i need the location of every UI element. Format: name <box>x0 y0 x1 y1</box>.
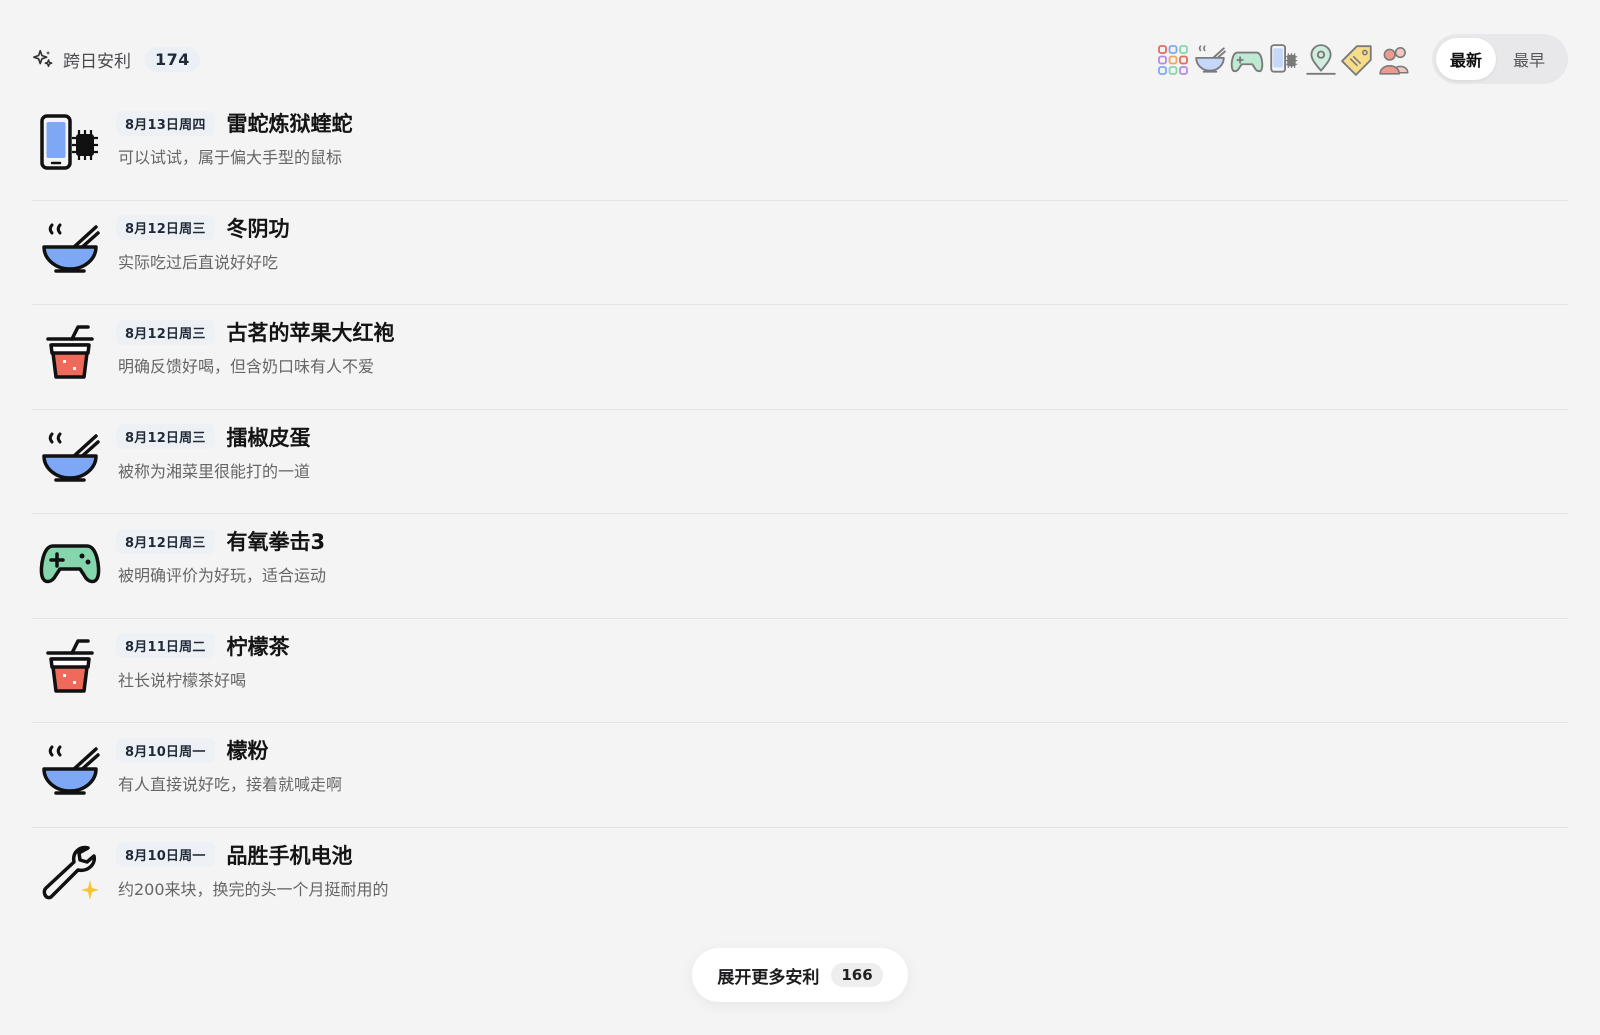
item-title: 柠檬茶 <box>226 634 290 659</box>
load-more-label: 展开更多安利 <box>717 967 820 988</box>
item-title: 檬粉 <box>226 739 269 763</box>
gadget-filter-icon[interactable] <box>1266 42 1301 77</box>
item-description: 被明确评价为好玩，适合运动 <box>118 566 327 585</box>
recommendation-list: 8月13日周四 雷蛇炼狱蝰蛇 可以试试，属于偏大手型的鼠标 8月12日周三 冬阴… <box>32 96 1568 932</box>
game-icon <box>39 544 101 584</box>
food-icon <box>42 223 100 273</box>
list-item[interactable]: 8月12日周三 冬阴功 实际吃过后直说好好吃 <box>32 201 1568 305</box>
item-title: 擂椒皮蛋 <box>226 425 311 450</box>
date-chip: 8月10日周一 <box>116 842 215 867</box>
total-count-badge: 174 <box>145 46 200 72</box>
gadget-icon <box>40 114 98 170</box>
list-item[interactable]: 8月11日周二 柠檬茶 社长说柠檬茶好喝 <box>32 619 1568 723</box>
food-icon <box>42 432 100 482</box>
page: 跨日安利 174 最新 最早 8月13日周四 雷蛇炼狱蝰蛇 可以试试，属于偏大手… <box>0 0 1600 1035</box>
item-title: 有氧拳击3 <box>226 530 326 554</box>
date-chip: 8月13日周四 <box>116 110 215 136</box>
drink-icon <box>46 638 94 693</box>
sort-newest-button[interactable]: 最新 <box>1436 38 1496 80</box>
date-chip: 8月10日周一 <box>116 737 215 763</box>
date-chip: 8月12日周三 <box>116 528 215 554</box>
food-icon <box>42 745 100 795</box>
list-item[interactable]: 8月10日周一 品胜手机电池 约200来块，换完的头一个月挺耐用的 <box>32 828 1568 933</box>
item-description: 约200来块，换完的头一个月挺耐用的 <box>118 879 389 899</box>
item-description: 可以试试，属于偏大手型的鼠标 <box>118 148 343 167</box>
item-description: 明确反馈好喝，但含奶口味有人不爱 <box>118 357 375 376</box>
item-description: 有人直接说好吃，接着就喊走啊 <box>118 775 343 794</box>
all-categories-icon[interactable] <box>1155 42 1190 77</box>
item-description: 被称为湘菜里很能打的一道 <box>118 461 311 481</box>
section-header: 跨日安利 174 <box>32 44 200 74</box>
deals-filter-icon[interactable] <box>1340 42 1375 77</box>
item-title: 雷蛇炼狱蝰蛇 <box>226 112 353 136</box>
drink-icon <box>46 325 94 379</box>
date-chip: 8月12日周三 <box>116 424 215 449</box>
list-item[interactable]: 8月12日周三 有氧拳击3 被明确评价为好玩，适合运动 <box>32 514 1568 619</box>
item-description: 社长说柠檬茶好喝 <box>118 670 247 690</box>
game-filter-icon[interactable] <box>1229 42 1264 77</box>
load-more-button[interactable]: 展开更多安利 166 <box>692 948 908 1002</box>
date-chip: 8月12日周三 <box>116 215 215 240</box>
category-filters <box>1155 42 1412 77</box>
list-item[interactable]: 8月12日周三 古茗的苹果大红袍 明确反馈好喝，但含奶口味有人不爱 <box>32 305 1568 410</box>
food-filter-icon[interactable] <box>1192 42 1227 77</box>
date-chip: 8月12日周三 <box>116 319 215 345</box>
item-title: 古茗的苹果大红袍 <box>226 321 395 345</box>
date-chip: 8月11日周二 <box>116 633 215 658</box>
remaining-count-badge: 166 <box>831 963 883 987</box>
list-item[interactable]: 8月10日周一 檬粉 有人直接说好吃，接着就喊走啊 <box>32 723 1568 828</box>
list-item[interactable]: 8月12日周三 擂椒皮蛋 被称为湘菜里很能打的一道 <box>32 410 1568 514</box>
location-filter-icon[interactable] <box>1303 42 1338 77</box>
section-title: 跨日安利 <box>63 51 131 72</box>
item-title: 冬阴功 <box>226 216 290 241</box>
tool-icon <box>42 845 99 900</box>
sort-toggle: 最新 最早 <box>1432 34 1568 84</box>
people-filter-icon[interactable] <box>1377 42 1412 77</box>
sort-oldest-button[interactable]: 最早 <box>1496 38 1562 80</box>
item-description: 实际吃过后直说好好吃 <box>118 252 279 272</box>
sparkle-icon <box>33 49 53 68</box>
item-title: 品胜手机电池 <box>226 843 353 868</box>
list-item[interactable]: 8月13日周四 雷蛇炼狱蝰蛇 可以试试，属于偏大手型的鼠标 <box>32 96 1568 201</box>
